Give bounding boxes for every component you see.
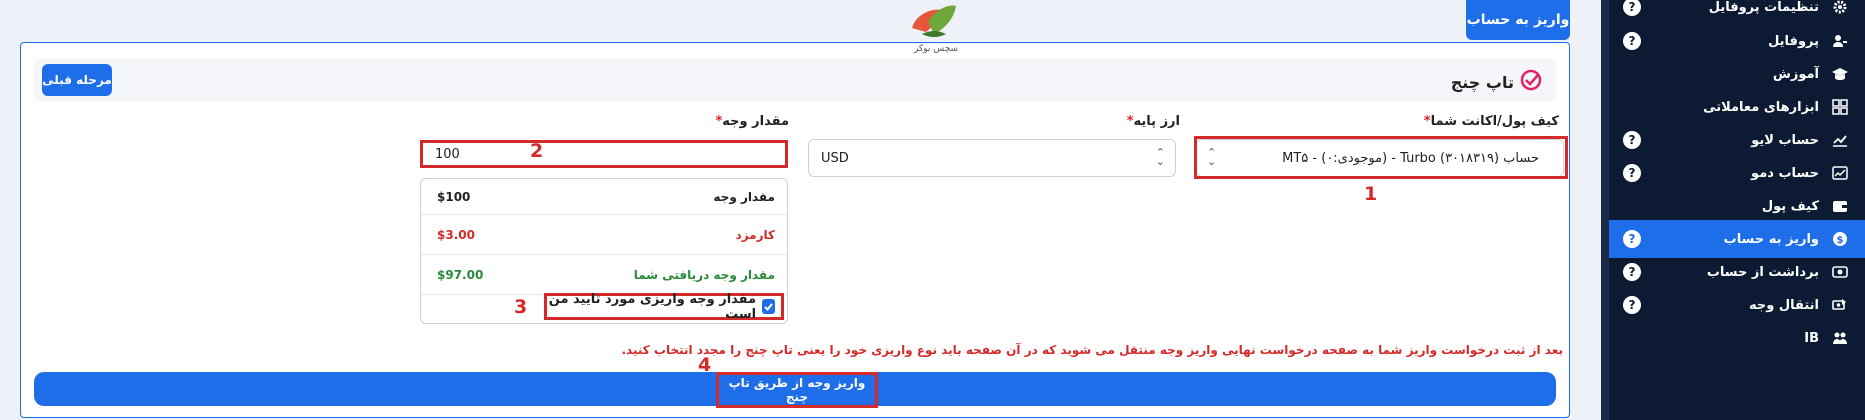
sidebar-item-label: آموزش [1772, 66, 1819, 82]
help-icon[interactable]: ? [1623, 0, 1641, 16]
annotation-box-1 [1194, 136, 1568, 179]
withdraw-icon [1825, 264, 1855, 280]
deposit-coin-icon: $ [1825, 231, 1855, 247]
annotation-number-3: 3 [514, 296, 528, 318]
summary-value: $100 [437, 190, 471, 204]
confirm-checkbox-row[interactable]: مقدار وجه واریزی مورد تایید من است [544, 291, 784, 322]
confirm-label: مقدار وجه واریزی مورد تایید من است [548, 291, 757, 322]
annotation-number-2: 2 [530, 140, 544, 162]
page-title: تاپ چنج [1451, 69, 1542, 95]
sidebar-item-label: برداشت از حساب [1706, 264, 1819, 280]
ib-icon [1825, 330, 1855, 346]
checkbox-checked-icon[interactable] [762, 299, 775, 314]
previous-step-button[interactable]: مرحله قبلی [42, 64, 112, 96]
logo-icon [912, 5, 956, 37]
amount-field-label: مقدار وجه* [715, 114, 789, 129]
summary-value: $97.00 [437, 268, 484, 282]
base-currency-select[interactable]: USD ⌃ ⌄ [808, 139, 1176, 177]
title-bar: تاپ چنج مرحله قبلی [34, 58, 1556, 102]
sidebar-item-label: کیف پول [1761, 198, 1819, 214]
wallet-field-label: کیف پول/اکانت شما* [1423, 114, 1559, 129]
check-badge-icon [1520, 69, 1542, 95]
help-icon[interactable]: ? [1623, 230, 1641, 248]
base-currency-label: ارز پایه* [1126, 114, 1180, 129]
tab-deposit[interactable]: واریز به حساب [1466, 0, 1570, 40]
help-icon[interactable]: ? [1623, 263, 1641, 281]
demo-chart-icon [1825, 165, 1855, 181]
sidebar-item-label: واریز به حساب [1723, 231, 1819, 247]
help-icon[interactable]: ? [1623, 296, 1641, 314]
sidebar-item-label: تنظیمات پروفایل [1708, 0, 1819, 15]
sidebar-item-label: IB [1804, 330, 1819, 346]
broker-logo: سچس بوکر [898, 0, 970, 58]
annotation-number-1: 1 [1364, 183, 1378, 205]
sidebar-scroll-strip [1601, 0, 1609, 420]
chevron-updown-icon: ⌃ ⌄ [1155, 146, 1165, 168]
logo-text: سچس بوکر [913, 44, 959, 54]
summary-label: مقدار وجه دریافتی شما [633, 268, 775, 282]
live-chart-icon [1825, 132, 1855, 148]
deposit-notice: بعد از ثبت درخواست واریز شما به صفحه درخ… [621, 343, 1563, 357]
wallet-icon [1825, 199, 1855, 213]
graduation-cap-icon [1825, 66, 1855, 82]
summary-label: کارمزد [735, 228, 775, 242]
sidebar-item-label: ابزارهای معاملاتی [1703, 99, 1819, 115]
help-icon[interactable]: ? [1623, 32, 1641, 50]
sidebar: تنظیمات پروفایل ? پروفایل ? آموزش ابزاره… [1601, 0, 1865, 420]
summary-value: $3.00 [437, 228, 475, 242]
gear-icon [1825, 0, 1855, 15]
summary-row-amount: مقدار وجه $100 [421, 179, 787, 215]
user-icon [1825, 33, 1855, 49]
base-currency-value: USD [821, 150, 849, 166]
transfer-icon [1825, 297, 1855, 313]
page-title-text: تاپ چنج [1450, 72, 1514, 92]
help-icon[interactable]: ? [1623, 131, 1641, 149]
sidebar-item-label: حساب دمو [1751, 165, 1819, 181]
sidebar-item-ib[interactable]: IB [1609, 319, 1865, 357]
summary-row-fee: کارمزد $3.00 [421, 215, 787, 255]
sidebar-item-label: حساب لایو [1751, 132, 1819, 148]
amount-input[interactable] [420, 140, 788, 168]
submit-deposit-button[interactable]: واریز وجه از طریق تاپ چنج [716, 372, 878, 408]
sidebar-item-label: انتقال وجه [1748, 297, 1819, 313]
calculator-icon [1825, 99, 1855, 115]
summary-row-received: مقدار وجه دریافتی شما $97.00 [421, 255, 787, 295]
sidebar-item-label: پروفایل [1768, 33, 1819, 49]
svg-text:$: $ [1837, 235, 1844, 246]
summary-label: مقدار وجه [713, 190, 775, 204]
help-icon[interactable]: ? [1623, 164, 1641, 182]
